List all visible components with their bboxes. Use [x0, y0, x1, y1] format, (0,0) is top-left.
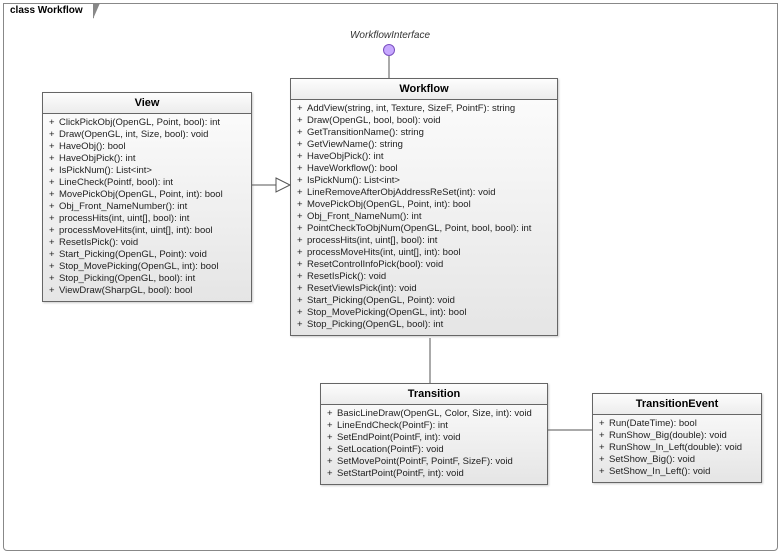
operation: +MovePickObj(OpenGL, Point, int): bool	[49, 189, 245, 201]
operation: +IsPickNum(): List<int>	[297, 175, 551, 187]
operation: +Draw(OpenGL, bool, bool): void	[297, 115, 551, 127]
operation: +Stop_MovePicking(OpenGL, int): bool	[297, 307, 551, 319]
operation: +HaveObj(): bool	[49, 141, 245, 153]
frame-label: class Workflow	[3, 3, 94, 18]
operation: +SetEndPoint(PointF, int): void	[327, 432, 541, 444]
operation: +HaveObjPick(): int	[297, 151, 551, 163]
operation: +Stop_Picking(OpenGL, bool): int	[297, 319, 551, 331]
operation: +ResetControlInfoPick(bool): void	[297, 259, 551, 271]
operation: +MovePickObj(OpenGL, Point, int): bool	[297, 199, 551, 211]
operation: +LineRemoveAfterObjAddressReSet(int): vo…	[297, 187, 551, 199]
class-ops: +Run(DateTime): bool+RunShow_Big(double)…	[593, 415, 761, 482]
frame-label-text: class Workflow	[10, 5, 83, 16]
operation: +Stop_MovePicking(OpenGL, int): bool	[49, 261, 245, 273]
class-title: View	[43, 93, 251, 114]
class-ops: +AddView(string, int, Texture, SizeF, Po…	[291, 100, 557, 335]
operation: +Stop_Picking(OpenGL, bool): int	[49, 273, 245, 285]
class-title: TransitionEvent	[593, 394, 761, 415]
operation: +Start_Picking(OpenGL, Point): void	[297, 295, 551, 307]
operation: +GetTransitionName(): string	[297, 127, 551, 139]
operation: +Start_Picking(OpenGL, Point): void	[49, 249, 245, 261]
operation: +SetShow_Big(): void	[599, 454, 755, 466]
operation: +PointCheckToObjNum(OpenGL, Point, bool,…	[297, 223, 551, 235]
interface-label: WorkflowInterface	[340, 30, 440, 41]
operation: +ClickPickObj(OpenGL, Point, bool): int	[49, 117, 245, 129]
operation: +ResetIsPick(): void	[297, 271, 551, 283]
operation: +Draw(OpenGL, int, Size, bool): void	[49, 129, 245, 141]
operation: +processMoveHits(int, uint[], int): bool	[297, 247, 551, 259]
class-title: Workflow	[291, 79, 557, 100]
operation: +GetViewName(): string	[297, 139, 551, 151]
class-view: View +ClickPickObj(OpenGL, Point, bool):…	[42, 92, 252, 302]
class-workflow: Workflow +AddView(string, int, Texture, …	[290, 78, 558, 336]
interface-lollipop-icon	[383, 44, 395, 56]
operation: +RunShow_In_Left(double): void	[599, 442, 755, 454]
operation: +IsPickNum(): List<int>	[49, 165, 245, 177]
operation: +processHits(int, uint[], bool): int	[49, 213, 245, 225]
operation: +Run(DateTime): bool	[599, 418, 755, 430]
class-transition-event: TransitionEvent +Run(DateTime): bool+Run…	[592, 393, 762, 483]
operation: +Obj_Front_NameNum(): int	[297, 211, 551, 223]
class-ops: +ClickPickObj(OpenGL, Point, bool): int+…	[43, 114, 251, 301]
operation: +SetShow_In_Left(): void	[599, 466, 755, 478]
operation: +HaveWorkflow(): bool	[297, 163, 551, 175]
operation: +ResetViewIsPick(int): void	[297, 283, 551, 295]
operation: +processMoveHits(int, uint[], int): bool	[49, 225, 245, 237]
operation: +ViewDraw(SharpGL, bool): bool	[49, 285, 245, 297]
class-title: Transition	[321, 384, 547, 405]
operation: +SetMovePoint(PointF, PointF, SizeF): vo…	[327, 456, 541, 468]
operation: +BasicLineDraw(OpenGL, Color, Size, int)…	[327, 408, 541, 420]
operation: +SetStartPoint(PointF, int): void	[327, 468, 541, 480]
operation: +LineCheck(Pointf, bool): int	[49, 177, 245, 189]
operation: +RunShow_Big(double): void	[599, 430, 755, 442]
class-ops: +BasicLineDraw(OpenGL, Color, Size, int)…	[321, 405, 547, 484]
operation: +HaveObjPick(): int	[49, 153, 245, 165]
operation: +SetLocation(PointF): void	[327, 444, 541, 456]
operation: +Obj_Front_NameNumber(): int	[49, 201, 245, 213]
operation: +AddView(string, int, Texture, SizeF, Po…	[297, 103, 551, 115]
operation: +LineEndCheck(PointF): int	[327, 420, 541, 432]
class-transition: Transition +BasicLineDraw(OpenGL, Color,…	[320, 383, 548, 485]
operation: +processHits(int, uint[], bool): int	[297, 235, 551, 247]
operation: +ResetIsPick(): void	[49, 237, 245, 249]
